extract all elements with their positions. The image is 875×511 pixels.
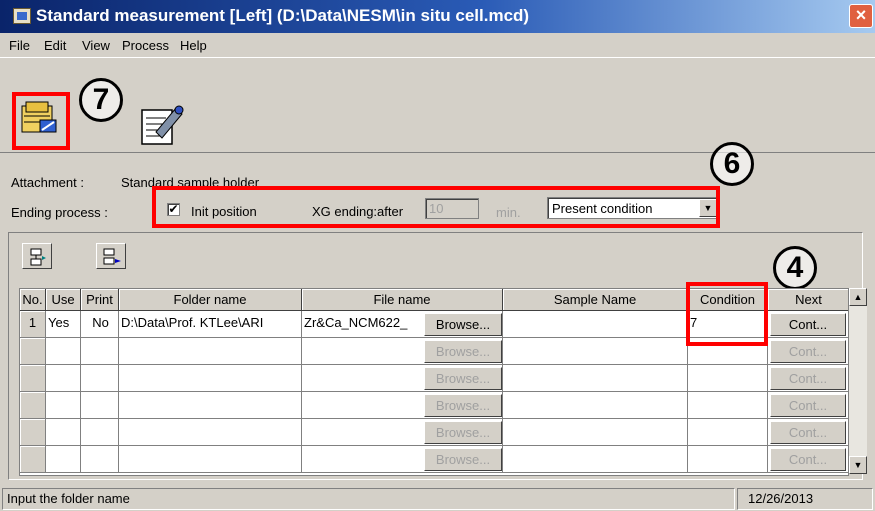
window-title: Standard measurement [Left] (D:\Data\NES… — [36, 6, 530, 25]
folder-cell[interactable] — [119, 392, 302, 419]
print-cell[interactable] — [81, 392, 119, 419]
menu-process[interactable]: Process — [122, 38, 169, 53]
edit-condition-icon — [141, 105, 184, 145]
folder-cell[interactable] — [119, 338, 302, 365]
vertical-scrollbar[interactable]: ▲ ▼ — [849, 288, 867, 474]
condition-cell[interactable] — [688, 446, 768, 473]
table-row[interactable] — [20, 446, 46, 473]
header-folder-name: Folder name — [119, 289, 302, 311]
table-row[interactable] — [20, 365, 46, 392]
use-cell[interactable] — [46, 365, 81, 392]
delete-row-button[interactable] — [96, 243, 126, 269]
sample-cell[interactable] — [503, 419, 688, 446]
menu-edit[interactable]: Edit — [44, 38, 66, 53]
app-icon — [13, 8, 31, 24]
menu-view[interactable]: View — [82, 38, 110, 53]
condition-cell[interactable] — [688, 419, 768, 446]
condition-button[interactable]: Cont... — [770, 448, 846, 471]
header-print: Print — [81, 289, 119, 311]
print-cell[interactable] — [81, 338, 119, 365]
scroll-down-button[interactable]: ▼ — [849, 456, 867, 474]
use-cell[interactable] — [46, 446, 81, 473]
header-use: Use — [46, 289, 81, 311]
status-message: Input the folder name — [2, 488, 735, 510]
insert-row-icon — [30, 248, 46, 266]
sample-name-cell[interactable] — [503, 311, 688, 338]
ending-process-label: Ending process : — [11, 205, 108, 220]
print-cell[interactable]: No — [81, 311, 119, 338]
table-row[interactable] — [20, 419, 46, 446]
start-measurement-highlight — [12, 92, 70, 150]
folder-cell[interactable] — [119, 419, 302, 446]
condition-cell[interactable] — [688, 365, 768, 392]
use-cell[interactable] — [46, 419, 81, 446]
folder-cell[interactable] — [119, 446, 302, 473]
browse-button[interactable]: Browse... — [424, 367, 502, 390]
ending-process-highlight — [152, 186, 720, 228]
edit-condition-button[interactable] — [132, 96, 188, 150]
browse-button[interactable]: Browse... — [424, 340, 502, 363]
sample-cell[interactable] — [503, 338, 688, 365]
condition-button[interactable]: Cont... — [770, 394, 846, 417]
status-bar: Input the folder name 12/26/2013 — [0, 487, 875, 511]
folder-cell[interactable] — [119, 365, 302, 392]
sample-cell[interactable] — [503, 392, 688, 419]
folder-name-cell[interactable]: D:\Data\Prof. KTLee\ARI — [119, 311, 302, 338]
print-cell[interactable] — [81, 419, 119, 446]
browse-button[interactable]: Browse... — [424, 448, 502, 471]
status-date: 12/26/2013 — [737, 488, 873, 510]
table-row[interactable] — [20, 338, 46, 365]
menu-help[interactable]: Help — [180, 38, 207, 53]
condition-button[interactable]: Cont... — [770, 313, 846, 336]
table-row[interactable]: 1 — [20, 311, 46, 338]
browse-button[interactable]: Browse... — [424, 394, 502, 417]
attachment-label: Attachment : — [11, 175, 84, 190]
condition-button[interactable]: Cont... — [770, 367, 846, 390]
print-cell[interactable] — [81, 446, 119, 473]
header-sample-name: Sample Name — [503, 289, 688, 311]
header-next: Next — [768, 289, 848, 311]
header-file-name: File name — [302, 289, 503, 311]
use-cell[interactable] — [46, 338, 81, 365]
close-button[interactable]: × — [849, 4, 873, 28]
table-row[interactable] — [20, 392, 46, 419]
sample-cell[interactable] — [503, 365, 688, 392]
browse-button[interactable]: Browse... — [424, 313, 502, 336]
move-row-icon — [103, 248, 121, 265]
print-cell[interactable] — [81, 365, 119, 392]
scroll-up-button[interactable]: ▲ — [849, 288, 867, 306]
callout-4: 4 — [773, 246, 817, 290]
browse-button[interactable]: Browse... — [424, 421, 502, 444]
callout-6: 6 — [710, 142, 754, 186]
insert-row-button[interactable] — [22, 243, 52, 269]
condition-cell[interactable] — [688, 392, 768, 419]
condition-highlight — [686, 282, 768, 346]
sample-cell[interactable] — [503, 446, 688, 473]
title-bar[interactable]: Standard measurement [Left] (D:\Data\NES… — [0, 0, 875, 33]
callout-7: 7 — [79, 78, 123, 122]
use-cell[interactable] — [46, 392, 81, 419]
use-cell[interactable]: Yes — [46, 311, 81, 338]
condition-button[interactable]: Cont... — [770, 421, 846, 444]
menu-bar: File Edit View Process Help — [0, 33, 875, 57]
condition-button[interactable]: Cont... — [770, 340, 846, 363]
menu-file[interactable]: File — [9, 38, 30, 53]
header-no: No. — [20, 289, 46, 311]
